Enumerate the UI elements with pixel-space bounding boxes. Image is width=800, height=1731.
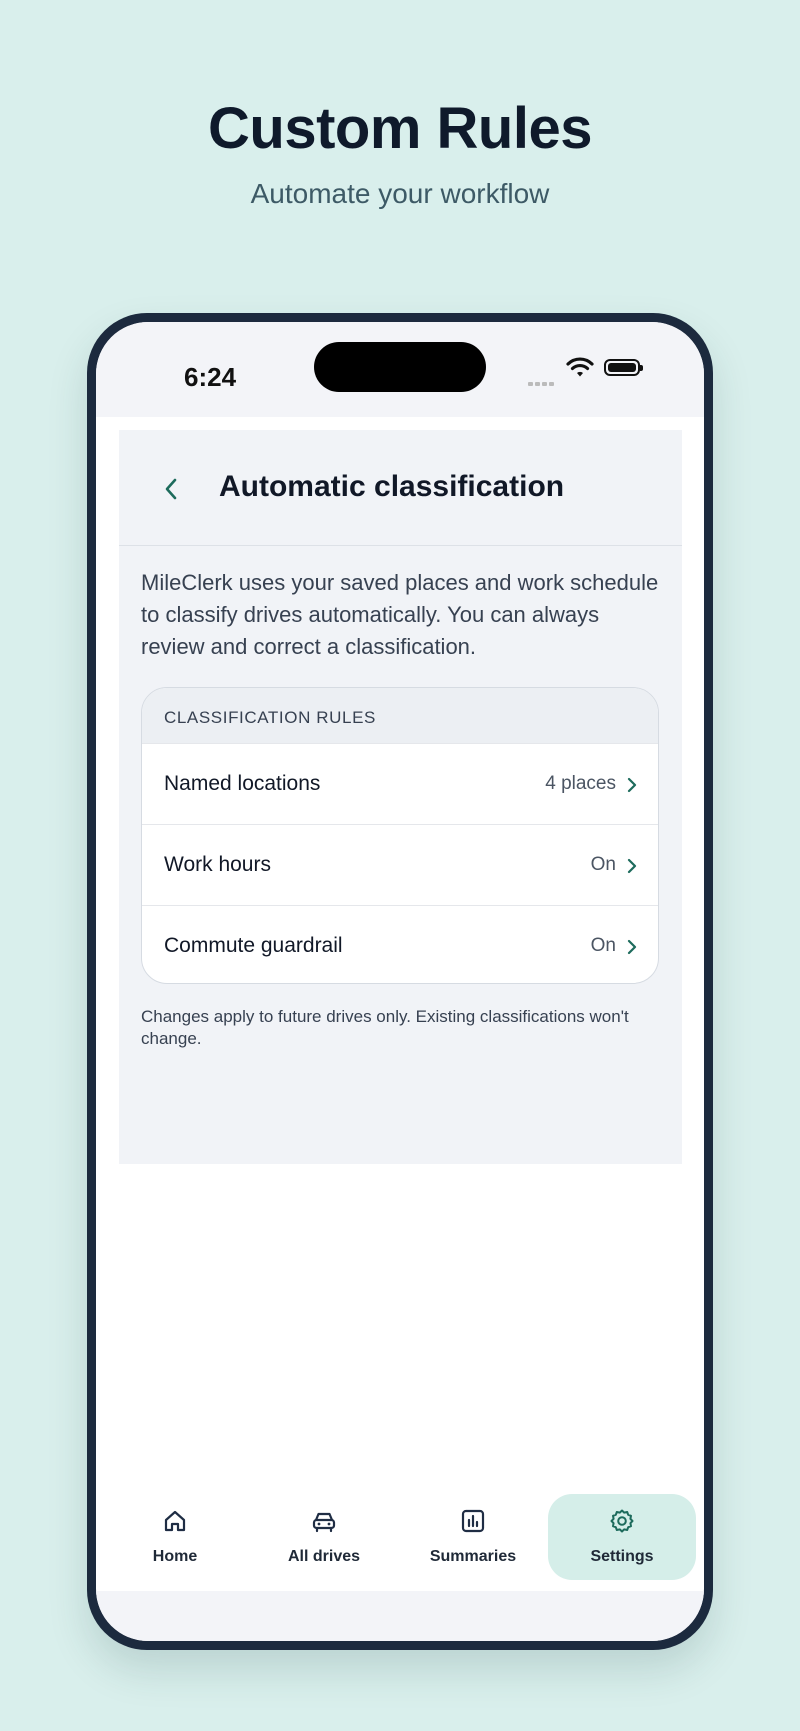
intro-text: MileClerk uses your saved places and wor… — [141, 570, 659, 659]
tab-label: Settings — [590, 1548, 654, 1565]
car-icon — [312, 1512, 336, 1533]
rule-label: Work hours — [164, 853, 271, 876]
footnote: Changes apply to future drives only. Exi… — [141, 1007, 629, 1048]
tab-label: Summaries — [429, 1548, 517, 1565]
rule-value: On — [590, 935, 616, 956]
rule-label: Named locations — [164, 772, 321, 795]
home-icon — [164, 1510, 186, 1532]
rule-row-work-hours[interactable]: Work hours On — [142, 824, 658, 905]
status-time: 6:24 — [184, 362, 237, 392]
wifi-icon — [566, 357, 594, 377]
tab-home[interactable]: Home — [101, 1494, 249, 1580]
tab-all-drives[interactable]: All drives — [250, 1494, 398, 1580]
tab-settings[interactable]: Settings — [548, 1494, 696, 1580]
battery-icon — [604, 359, 643, 376]
classification-panel: Automatic classification MileClerk uses … — [119, 430, 682, 1164]
rule-value: 4 places — [545, 773, 616, 794]
status-bar: 6:24 — [96, 322, 704, 417]
chevron-right-icon — [627, 777, 637, 793]
rule-row-named-locations[interactable]: Named locations 4 places — [142, 743, 658, 824]
tab-bar: Home All drives Summaries Settings — [96, 1494, 704, 1589]
card-header: CLASSIFICATION RULES — [142, 688, 658, 743]
bar-chart-icon — [461, 1509, 485, 1533]
home-indicator-area — [96, 1591, 704, 1641]
promo-subheadline: Automate your workflow — [250, 178, 550, 209]
chevron-left-icon[interactable] — [157, 474, 187, 504]
nav-bar: Automatic classification — [119, 430, 682, 546]
gear-icon — [610, 1509, 634, 1533]
cellular-signal-icon — [528, 373, 556, 391]
tab-label: Home — [152, 1548, 198, 1565]
chevron-right-icon — [627, 858, 637, 874]
phone-screen: 6:24 Automatic classification MileClerk … — [96, 322, 704, 1641]
page-title: Automatic classification — [219, 470, 565, 503]
dynamic-island — [314, 342, 486, 392]
tab-summaries[interactable]: Summaries — [399, 1494, 547, 1580]
chevron-right-icon — [627, 939, 637, 955]
tab-label: All drives — [287, 1548, 361, 1565]
rule-label: Commute guardrail — [164, 934, 343, 957]
phone-frame: 6:24 Automatic classification MileClerk … — [87, 313, 713, 1650]
classification-rules-card: CLASSIFICATION RULES Named locations 4 p… — [141, 687, 659, 984]
promo-headline: Custom Rules — [208, 96, 592, 161]
rule-row-commute-guardrail[interactable]: Commute guardrail On — [142, 905, 658, 983]
rule-value: On — [590, 854, 616, 875]
